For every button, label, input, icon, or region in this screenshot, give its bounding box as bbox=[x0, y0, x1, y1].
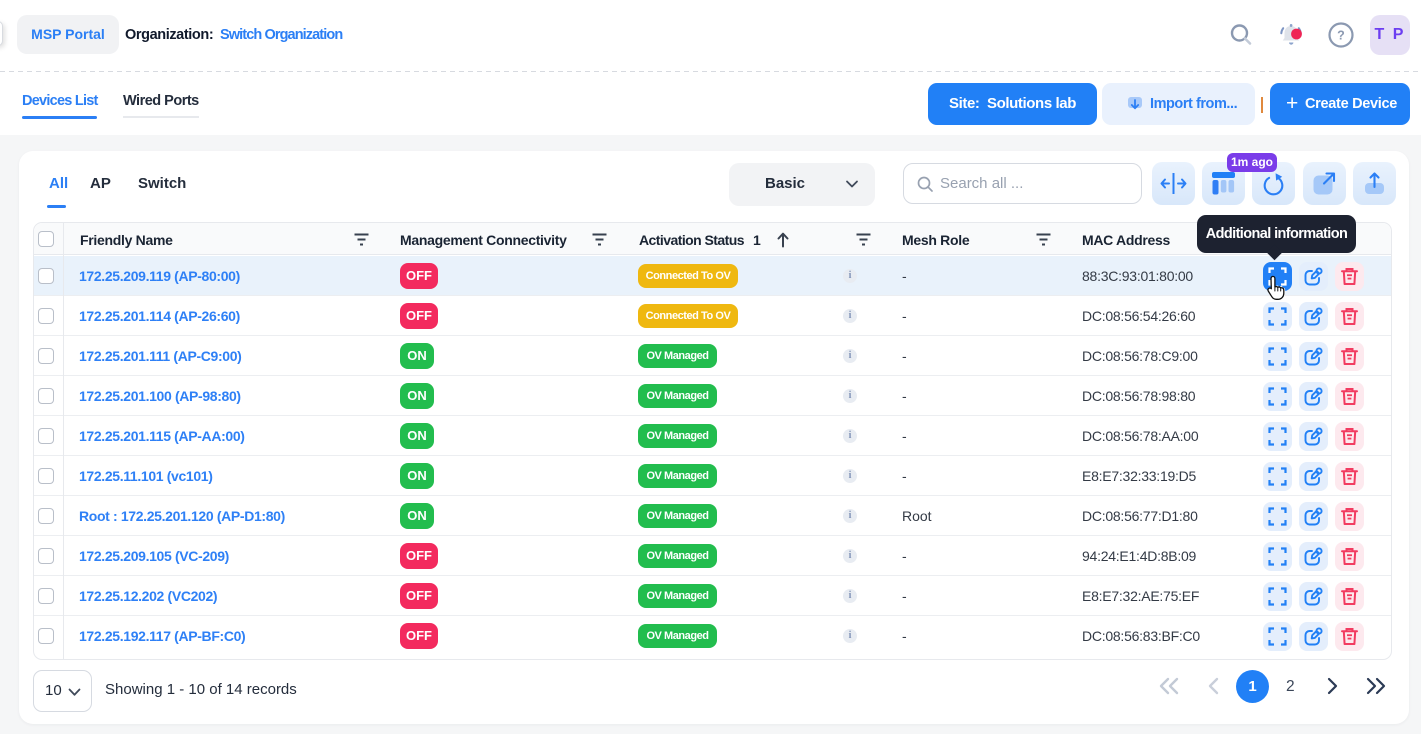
svg-text:?: ? bbox=[1337, 29, 1345, 43]
